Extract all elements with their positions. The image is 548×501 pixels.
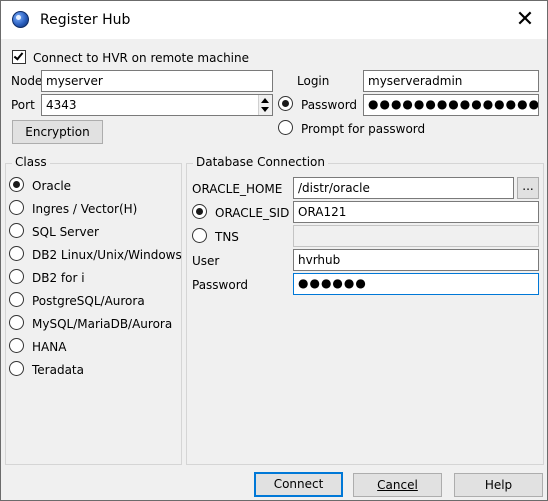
oracle-sid-label: ORACLE_SID [215,206,290,220]
spin-down-icon[interactable] [261,107,269,112]
cancel-button-label: Cancel [377,478,418,492]
remote-password-input[interactable]: ●●●●●●●●●●●●●●●● [363,94,539,116]
class-mysql-label: MySQL/MariaDB/Aurora [32,317,173,331]
port-label: Port [11,98,35,112]
window-title: Register Hub [40,12,131,28]
login-input[interactable]: myserveradmin [363,70,539,92]
class-ingres-radio[interactable] [9,200,24,215]
encryption-button[interactable]: Encryption [12,120,103,144]
browse-button[interactable]: ... [517,177,539,199]
database-connection-title: Database Connection [193,155,328,169]
class-hana-label: HANA [32,340,67,354]
register-hub-dialog: Register Hub ✕ Connect to HVR on remote … [0,0,548,501]
class-teradata-label: Teradata [32,363,84,377]
connect-remote-label: Connect to HVR on remote machine [33,51,249,65]
class-db2i-radio[interactable] [9,269,24,284]
connect-remote-checkbox[interactable] [12,50,26,64]
oracle-home-input[interactable]: /distr/oracle [293,177,514,199]
oracle-sid-input[interactable]: ORA121 [293,201,539,223]
tns-radio[interactable] [192,228,207,243]
class-postgres-label: PostgreSQL/Aurora [32,294,145,308]
cancel-button[interactable]: Cancel [353,473,442,497]
db-password-input[interactable]: ●●●●●● [293,273,539,295]
class-mysql-radio[interactable] [9,315,24,330]
class-hana-radio[interactable] [9,338,24,353]
oracle-sid-radio[interactable] [192,204,207,219]
login-label: Login [297,74,330,88]
class-db2luw-radio[interactable] [9,246,24,261]
user-label: User [192,254,220,268]
db-password-label: Password [192,278,249,292]
class-postgres-radio[interactable] [9,292,24,307]
class-teradata-radio[interactable] [9,361,24,376]
class-oracle-label: Oracle [32,179,72,193]
node-input[interactable]: myserver [41,70,273,92]
node-label: Node [11,74,43,88]
spin-up-icon[interactable] [261,98,269,103]
user-input[interactable]: hvrhub [293,249,539,271]
title-bar: Register Hub ✕ [1,1,547,39]
prompt-password-label: Prompt for password [301,122,426,136]
class-db2i-label: DB2 for i [32,271,85,285]
port-spinner[interactable] [258,95,272,115]
class-ingres-label: Ingres / Vector(H) [32,202,138,216]
class-db2luw-label: DB2 Linux/Unix/Windows [32,248,182,262]
class-sqlserver-label: SQL Server [32,225,99,239]
class-group-title: Class [12,155,50,169]
port-value: 4343 [46,98,77,112]
checkmark-icon [13,50,24,61]
class-sqlserver-radio[interactable] [9,223,24,238]
hvr-logo-icon [12,11,29,28]
password-radio[interactable] [278,96,293,111]
connect-button[interactable]: Connect [254,472,343,497]
help-button[interactable]: Help [454,473,543,497]
class-oracle-radio[interactable] [9,177,24,192]
tns-label: TNS [215,230,239,244]
tns-input[interactable] [293,225,539,247]
close-icon[interactable]: ✕ [508,4,542,36]
password-label: Password [301,98,358,112]
prompt-password-radio[interactable] [278,120,293,135]
oracle-home-label: ORACLE_HOME [192,182,283,196]
port-input[interactable]: 4343 [41,94,273,116]
